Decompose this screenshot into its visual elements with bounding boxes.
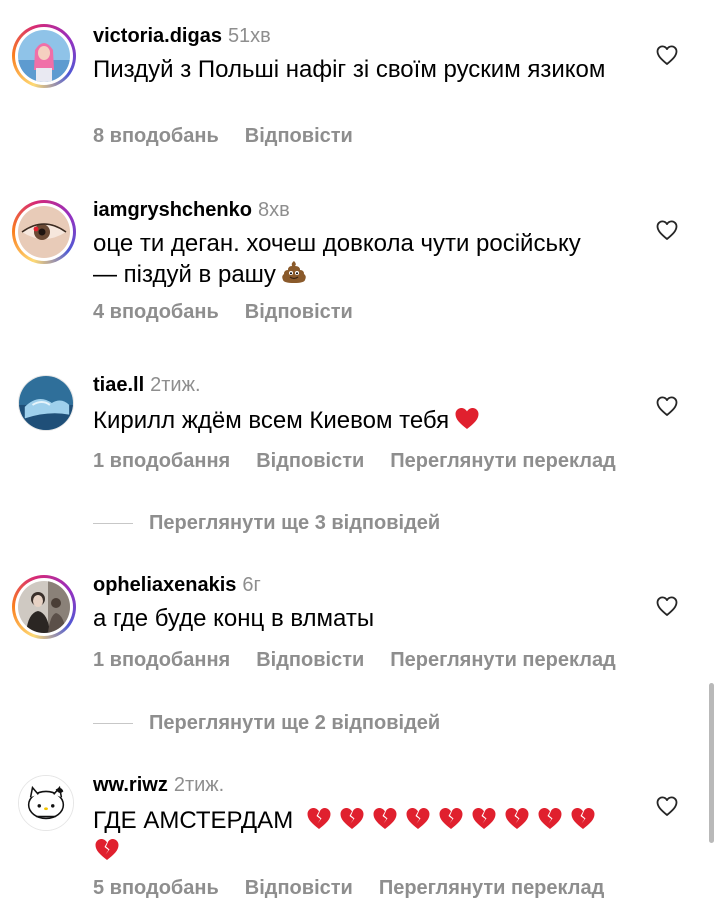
reply-button[interactable]: Відповісти xyxy=(256,648,364,672)
view-replies-label: Переглянути ще 2 відповідей xyxy=(149,712,441,734)
broken-heart-emoji xyxy=(536,804,564,832)
avatar-story-ring[interactable] xyxy=(12,200,76,264)
broken-heart-emoji xyxy=(93,835,121,863)
heart-outline-icon[interactable] xyxy=(655,43,679,67)
avatar-story-ring[interactable] xyxy=(12,575,76,639)
avatar-story-ring[interactable] xyxy=(12,24,76,88)
avatar xyxy=(18,206,70,258)
broken-heart-emoji xyxy=(437,804,465,832)
reply-button[interactable]: Відповісти xyxy=(245,300,353,324)
comment-actions: 8 вподобань Відповісти xyxy=(93,124,379,148)
timestamp: 6г xyxy=(242,574,261,596)
username[interactable]: tiae.ll xyxy=(93,374,144,396)
comment-meta: iamgryshchenko 8хв xyxy=(93,198,290,222)
divider-line xyxy=(93,523,133,525)
comment-text: оце ти деган. хочеш довкола чути російсь… xyxy=(93,229,653,289)
timestamp: 8хв xyxy=(257,199,290,221)
avatar xyxy=(18,30,70,82)
broken-heart-emoji xyxy=(569,804,597,832)
comment-text-line: — піздуй в рашу xyxy=(93,261,276,288)
likes-count[interactable]: 1 вподобання xyxy=(93,449,230,473)
username[interactable]: ww.riwz xyxy=(93,774,168,796)
avatar xyxy=(18,581,70,633)
scrollbar[interactable] xyxy=(709,683,714,843)
comment-actions: 5 вподобань Відповісти Переглянути перекла… xyxy=(93,876,630,900)
reply-button[interactable]: Відповісти xyxy=(245,124,353,148)
comment-actions: 1 вподобання Відповісти Переглянути перекл… xyxy=(93,648,642,672)
comment-text-line: ГДЕ АМСТЕРДАМ xyxy=(93,807,294,834)
red-heart-emoji xyxy=(453,404,481,432)
broken-heart-emoji xyxy=(371,804,399,832)
broken-heart-emoji xyxy=(305,804,333,832)
comment-text: Пиздуй з Польші нафіг зі своїм руским яз… xyxy=(93,56,606,83)
comment-meta: tiae.ll 2тиж. xyxy=(93,373,201,397)
likes-count[interactable]: 8 вподобань xyxy=(93,124,219,148)
comment-text: а где буде конц в влматы xyxy=(93,605,375,632)
broken-heart-emoji xyxy=(338,804,366,832)
see-translation-button[interactable]: Переглянути переклад xyxy=(390,648,615,672)
poop-emoji xyxy=(280,258,308,286)
reply-button[interactable]: Відповісти xyxy=(256,449,364,473)
view-more-replies-button[interactable]: Переглянути ще 2 відповідей xyxy=(93,711,440,735)
likes-count[interactable]: 5 вподобань xyxy=(93,876,219,900)
see-translation-button[interactable]: Переглянути переклад xyxy=(379,876,604,900)
avatar[interactable] xyxy=(18,775,74,831)
divider-line xyxy=(93,723,133,725)
comment-text-line: оце ти деган. хочеш довкола чути російсь… xyxy=(93,230,581,257)
heart-outline-icon[interactable] xyxy=(655,218,679,242)
broken-heart-emoji xyxy=(470,804,498,832)
username[interactable]: opheliaxenakis xyxy=(93,574,236,596)
comment-ww-riwz: ww.riwz 2тиж. ГДЕ АМСТЕРДАМ 5 вподобань Ві… xyxy=(0,745,720,919)
reply-button[interactable]: Відповісти xyxy=(245,876,353,900)
comment-victoria-digas: victoria.digas 51хв Пиздуй з Польші нафіг… xyxy=(0,0,720,170)
comment-iamgryshchenko: iamgryshchenko 8хв оце ти деган. хочеш до… xyxy=(0,170,720,345)
heart-outline-icon[interactable] xyxy=(655,794,679,818)
broken-heart-emoji xyxy=(404,804,432,832)
username[interactable]: victoria.digas xyxy=(93,25,222,47)
comment-actions: 4 вподобань Відповісти xyxy=(93,300,379,324)
comment-actions: 1 вподобання Відповісти Переглянути перекл… xyxy=(93,449,642,473)
avatar[interactable] xyxy=(18,375,74,431)
comment-text: ГДЕ АМСТЕРДАМ xyxy=(93,804,633,866)
heart-outline-icon[interactable] xyxy=(655,594,679,618)
comment-tiae-ll: tiae.ll 2тиж. Кирилл ждём всем Киевом теб… xyxy=(0,345,720,545)
comment-meta: opheliaxenakis 6г xyxy=(93,573,261,597)
username[interactable]: iamgryshchenko xyxy=(93,199,252,221)
view-more-replies-button[interactable]: Переглянути ще 3 відповідей xyxy=(93,511,440,535)
broken-heart-emoji xyxy=(503,804,531,832)
see-translation-button[interactable]: Переглянути переклад xyxy=(390,449,615,473)
comment-meta: ww.riwz 2тиж. xyxy=(93,773,224,797)
comment-meta: victoria.digas 51хв xyxy=(93,24,271,48)
comment-text-line: Кирилл ждём всем Киевом тебя xyxy=(93,407,450,434)
comment-opheliaxenakis: opheliaxenakis 6г а где буде конц в влмат… xyxy=(0,545,720,745)
heart-outline-icon[interactable] xyxy=(655,394,679,418)
view-replies-label: Переглянути ще 3 відповідей xyxy=(149,512,441,534)
likes-count[interactable]: 4 вподобань xyxy=(93,300,219,324)
timestamp: 51хв xyxy=(227,25,271,47)
timestamp: 2тиж. xyxy=(150,374,201,396)
likes-count[interactable]: 1 вподобання xyxy=(93,648,230,672)
comment-text: Кирилл ждём всем Киевом тебя xyxy=(93,404,653,435)
timestamp: 2тиж. xyxy=(173,774,225,796)
